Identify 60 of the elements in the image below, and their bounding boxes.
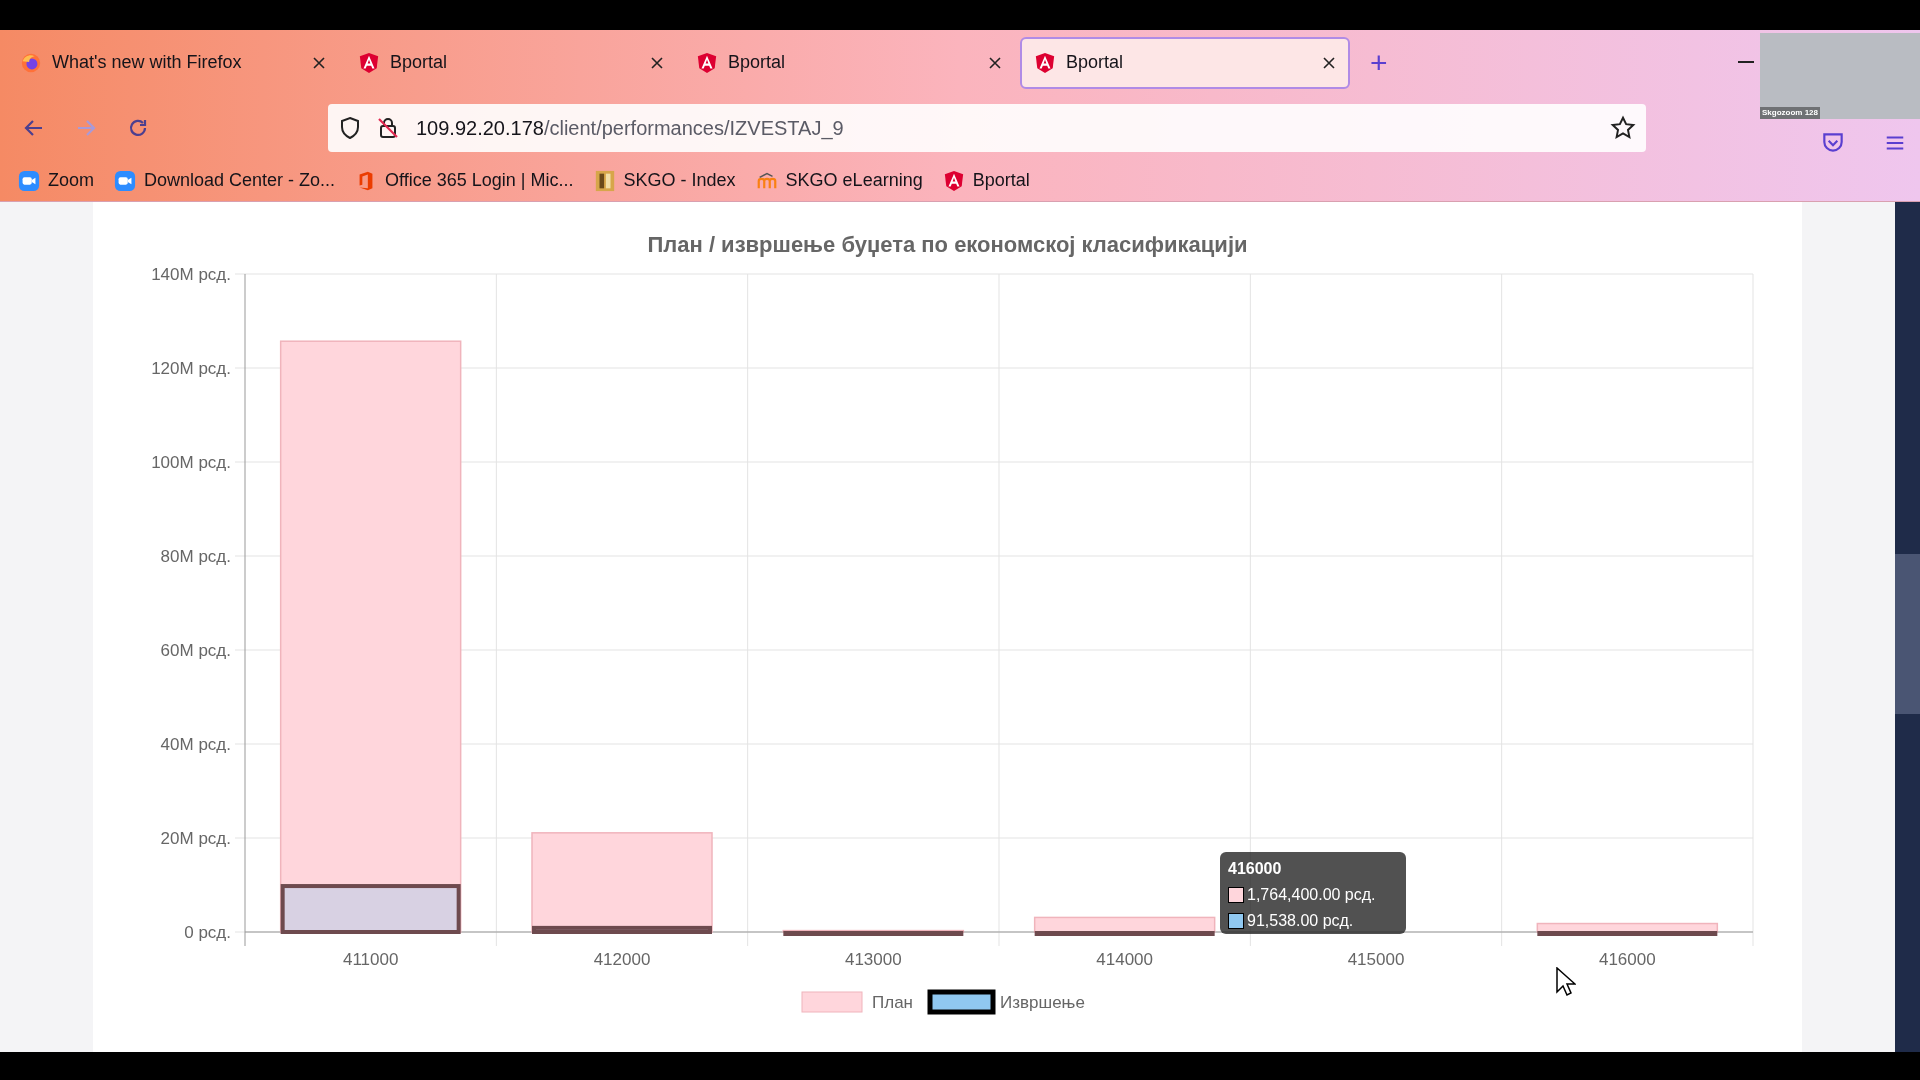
execution-bar[interactable] — [280, 884, 461, 934]
bookmark-item[interactable]: Bportal — [942, 167, 1030, 194]
y-axis-label: 80M рсд. — [160, 547, 231, 566]
x-axis-label: 411000 — [342, 950, 399, 969]
plan-bar[interactable] — [531, 832, 713, 933]
plan-bar[interactable] — [1033, 916, 1216, 933]
y-axis-label: 0 рсд. — [184, 923, 231, 942]
shield-icon[interactable] — [338, 115, 362, 140]
minimize-icon[interactable] — [1738, 60, 1754, 64]
shield-logo-icon — [696, 51, 718, 74]
execution-bar[interactable] — [532, 925, 712, 934]
bookmark-item[interactable]: Download Center - Zo... — [114, 167, 336, 194]
plan-bar[interactable] — [1536, 922, 1719, 933]
tooltip-title: 416000 — [1228, 859, 1283, 879]
browser-tab[interactable]: Bportal — [344, 36, 678, 89]
bookmark-item[interactable]: SKGO eLearning — [755, 167, 923, 194]
legend-label[interactable]: План — [872, 993, 913, 1012]
browser-tab[interactable]: What's new with Firefox — [6, 36, 340, 89]
chart-title: План / извршење буџета по економској класификацији — [647, 232, 1248, 257]
close-icon[interactable] — [988, 55, 1002, 70]
video-camera-icon — [18, 169, 40, 192]
browser-tab[interactable]: Bportal — [1020, 36, 1350, 89]
bookmark-item[interactable]: Office 365 Login | Mic... — [355, 167, 574, 194]
x-axis-label: 414000 — [1096, 950, 1154, 969]
browser-tab[interactable]: Bportal — [682, 36, 1016, 89]
firefox-logo-icon — [20, 51, 42, 74]
close-icon[interactable] — [1322, 55, 1336, 70]
shield-logo-icon — [942, 169, 965, 192]
x-axis-label: 412000 — [593, 950, 651, 969]
video-camera-icon — [114, 169, 136, 192]
tooltip-value: 1,764,400.00 рсд. — [1247, 885, 1376, 905]
bookmark-item[interactable]: Zoom — [18, 167, 94, 194]
bookmark-item[interactable]: SKGO - Index — [593, 167, 736, 194]
mouse-cursor-icon — [1556, 967, 1576, 997]
address-bar[interactable]: 109.92.20.178/client/performances/IZVESTAJ_9 — [328, 103, 1646, 152]
scrollbar[interactable] — [1895, 202, 1920, 1052]
tooltip-value: 91,538.00 рсд. — [1247, 911, 1354, 931]
x-axis-label: 413000 — [844, 950, 902, 969]
y-axis-label: 120M рсд. — [151, 359, 231, 378]
url-text: 109.92.20.178/client/performances/IZVESTAJ_9 — [416, 115, 845, 142]
y-axis-label: 140M рсд. — [151, 265, 231, 284]
scrollbar-thumb[interactable] — [1895, 554, 1920, 714]
crest-icon — [593, 169, 616, 192]
x-axis-label: 416000 — [1598, 950, 1656, 969]
plan-bar[interactable] — [782, 929, 965, 933]
new-tab-button[interactable]: + — [1354, 40, 1404, 85]
close-icon[interactable] — [650, 55, 664, 70]
y-axis-label: 100M рсд. — [151, 453, 231, 472]
insecure-lock-icon[interactable] — [376, 115, 400, 140]
close-icon[interactable] — [312, 55, 326, 70]
star-icon[interactable] — [1610, 114, 1636, 141]
shield-logo-icon — [358, 51, 380, 74]
legend-label[interactable]: Извршење — [1000, 993, 1085, 1012]
y-axis-label: 20M рсд. — [160, 829, 231, 848]
participant-name: Skgozoom 128 — [1760, 107, 1820, 119]
y-axis-label: 60M рсд. — [160, 641, 231, 660]
y-axis-label: 40M рсд. — [160, 735, 231, 754]
x-axis-label: 415000 — [1347, 950, 1405, 969]
shield-logo-icon — [1034, 51, 1056, 74]
legend-swatch[interactable] — [927, 989, 996, 1015]
